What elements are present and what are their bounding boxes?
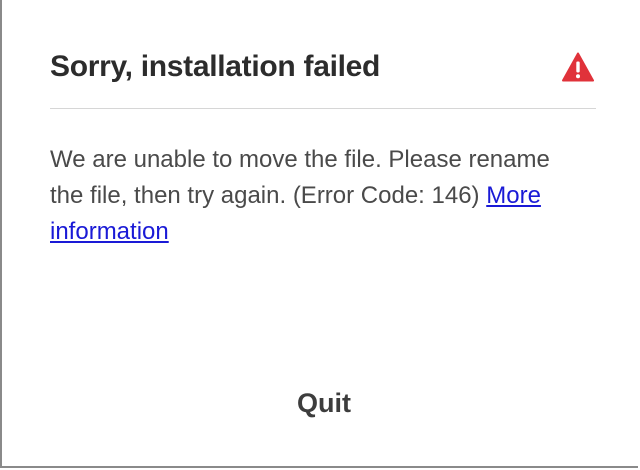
dialog-header: Sorry, installation failed: [50, 44, 596, 90]
error-message: We are unable to move the file. Please r…: [50, 142, 570, 250]
header-divider: [50, 108, 596, 109]
error-dialog: Sorry, installation failed We are unable…: [0, 0, 638, 468]
quit-button[interactable]: Quit: [264, 378, 384, 428]
dialog-title: Sorry, installation failed: [50, 50, 381, 83]
alert-triangle-icon: [562, 52, 594, 82]
error-message-text: We are unable to move the file. Please r…: [50, 146, 550, 209]
